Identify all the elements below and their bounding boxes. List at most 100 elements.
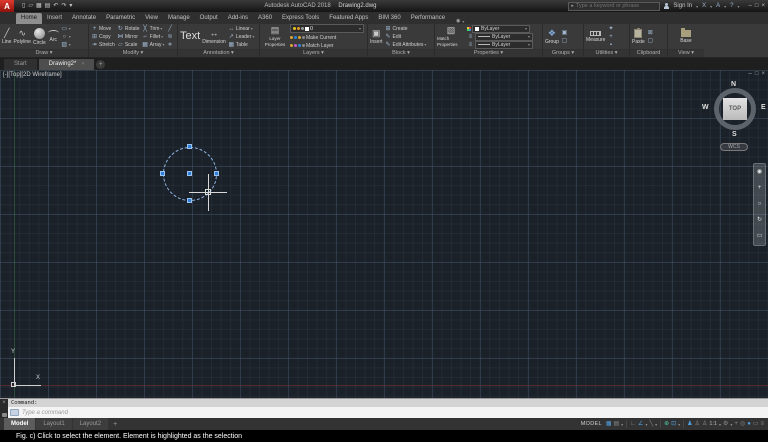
layout-tab-layout1[interactable]: Layout1 xyxy=(36,418,72,430)
help-caret-icon[interactable]: ▾ xyxy=(738,4,740,9)
plot-icon[interactable]: ▤ xyxy=(45,1,51,11)
search-input[interactable] xyxy=(575,3,656,9)
panel-label-view[interactable]: View ▾ xyxy=(668,49,704,57)
panel-label-utilities[interactable]: Utilities ▾ xyxy=(584,49,629,57)
fillet-button[interactable]: ⌐ Fillet ▾ xyxy=(142,33,165,40)
panel-label-modify[interactable]: Modify ▾ xyxy=(89,49,177,57)
layer-dropdown[interactable]: 0 ▾ xyxy=(290,24,364,33)
viewport-controls[interactable]: [-][Top][2D Wireframe] xyxy=(3,72,62,78)
ribbon-options-caret-icon[interactable]: ▾ xyxy=(462,19,464,24)
object-snap-icon[interactable]: ⊡ xyxy=(671,418,676,430)
tab-manage[interactable]: Manage xyxy=(163,13,195,24)
match-layer-button[interactable]: Match Layer xyxy=(290,42,364,49)
iso-caret-icon[interactable]: ▾ xyxy=(655,422,657,427)
line-button[interactable]: ╱ Line xyxy=(2,28,11,45)
help-search-box[interactable]: ▸ xyxy=(568,1,661,11)
open-file-icon[interactable]: ▱ xyxy=(28,1,33,11)
grip-south[interactable] xyxy=(187,198,192,203)
arc-button[interactable]: Arc xyxy=(47,30,59,43)
annotation-visibility-icon[interactable]: ♟ xyxy=(687,418,692,430)
drawing-canvas[interactable]: [-][Top][2D Wireframe] – □ × Y X TOP N S… xyxy=(0,70,768,398)
leader-button[interactable]: ↗ Leader ▾ xyxy=(228,33,255,41)
tab-performance[interactable]: Performance xyxy=(406,13,450,24)
app-menu-button[interactable]: A xyxy=(0,0,14,12)
polyline-button[interactable]: ∿ Polyline xyxy=(13,28,31,45)
make-current-button[interactable]: Make Current xyxy=(290,34,364,41)
trim-button[interactable]: ╳ Trim ▾ xyxy=(142,25,165,33)
id-point-button[interactable]: ▪ xyxy=(607,41,614,48)
orbit-icon[interactable]: ↻ xyxy=(757,217,762,224)
panel-label-groups[interactable]: Groups ▾ xyxy=(543,49,583,57)
viewcube-top-face[interactable]: TOP xyxy=(723,98,747,120)
command-close-icon[interactable]: × xyxy=(2,400,6,406)
erase-button[interactable]: ╱ xyxy=(167,25,174,32)
viewcube-south[interactable]: S xyxy=(732,131,737,138)
object-color-dropdown[interactable]: ByLayer ▾ xyxy=(467,24,533,33)
graphics-performance-icon[interactable]: ● xyxy=(747,418,751,430)
tab-addins[interactable]: Add-ins xyxy=(223,13,253,24)
copy-clip-button[interactable]: ▢ xyxy=(647,37,654,44)
new-layout-button[interactable]: + xyxy=(109,421,121,428)
mirror-button[interactable]: ⋈ Mirror xyxy=(117,33,140,41)
tab-a360[interactable]: A360 xyxy=(253,13,277,24)
group-edit-button[interactable]: ▢ xyxy=(561,37,568,44)
ortho-toggle-icon[interactable]: ∟ xyxy=(630,418,636,430)
pan-icon[interactable]: + xyxy=(758,185,762,192)
command-input-placeholder[interactable]: Type a command xyxy=(22,410,68,416)
grip-west[interactable] xyxy=(160,171,165,176)
panel-label-layers[interactable]: Layers ▾ xyxy=(260,49,367,57)
new-file-icon[interactable]: ▯ xyxy=(22,1,25,11)
panel-label-annotation[interactable]: Annotation ▾ xyxy=(178,49,259,57)
insert-button[interactable]: ▣ Insert xyxy=(370,28,383,45)
customize-icon[interactable]: ≡ xyxy=(760,418,764,430)
tab-view[interactable]: View xyxy=(140,13,163,24)
annotation-scale-button[interactable]: 1:1 xyxy=(709,421,717,427)
viewcube[interactable]: TOP N S W E xyxy=(702,78,768,148)
array-button[interactable]: ▦ Array ▾ xyxy=(142,41,164,49)
a360-caret-icon[interactable]: ▾ xyxy=(710,4,712,9)
wcs-dropdown[interactable]: WCS xyxy=(720,143,748,151)
text-button[interactable]: Text xyxy=(180,31,200,42)
model-space-badge[interactable]: MODEL xyxy=(581,421,602,427)
lineweight-dropdown[interactable]: ≡ ByLayer ▾ xyxy=(467,32,533,41)
viewcube-north[interactable]: N xyxy=(731,81,736,88)
exchange-apps-icon[interactable]: A xyxy=(716,3,720,9)
grip-east[interactable] xyxy=(214,171,219,176)
close-button[interactable]: × xyxy=(761,3,765,9)
table-button[interactable]: ▦ Table xyxy=(228,41,255,49)
offset-button[interactable]: ≋ xyxy=(167,33,174,40)
viewcube-west[interactable]: W xyxy=(702,104,709,111)
measure-button[interactable]: Measure xyxy=(586,30,605,43)
showmotion-icon[interactable]: ▭ xyxy=(757,233,763,240)
linetype-dropdown[interactable]: ≡ ByLayer ▾ xyxy=(467,40,533,49)
object-snap-tracking-icon[interactable]: ⊕ xyxy=(664,418,669,430)
zoom-icon[interactable]: ○ xyxy=(758,201,762,208)
help-icon[interactable]: ? xyxy=(730,3,733,9)
file-tab-close-icon[interactable]: × xyxy=(81,59,84,70)
apps-caret-icon[interactable]: ▾ xyxy=(724,4,726,9)
panel-label-properties[interactable]: Properties ▾ xyxy=(435,49,542,57)
workspace-gear-icon[interactable]: ⚙ xyxy=(723,418,728,430)
clean-screen-icon[interactable]: ▭ xyxy=(753,418,759,430)
quick-select-button[interactable]: ✦ xyxy=(607,25,614,32)
panel-label-draw[interactable]: Draw ▾ xyxy=(0,49,88,57)
create-block-button[interactable]: ⊞ Create xyxy=(385,25,427,33)
tab-featured-apps[interactable]: Featured Apps xyxy=(324,13,373,24)
command-input-row[interactable]: Type a command xyxy=(8,407,768,418)
doc-restore-button[interactable]: □ xyxy=(755,71,759,77)
move-button[interactable]: + Move xyxy=(91,25,115,32)
redo-icon[interactable]: ↷ xyxy=(61,1,66,11)
save-icon[interactable]: ▦ xyxy=(36,1,42,11)
grip-north[interactable] xyxy=(187,144,192,149)
isometric-drafting-icon[interactable]: ╲ xyxy=(649,418,653,430)
panel-label-clipboard[interactable]: Clipboard xyxy=(630,49,667,57)
tab-home[interactable]: Home xyxy=(16,13,43,24)
sign-in-caret-icon[interactable]: ▾ xyxy=(696,4,698,9)
annotation-plus-icon[interactable]: + xyxy=(734,418,738,430)
ungroup-button[interactable]: ▣ xyxy=(561,29,568,36)
panel-label-block[interactable]: Block ▾ xyxy=(368,49,434,57)
ellipse-flyout[interactable]: ○ ▾ xyxy=(61,33,70,40)
grid-toggle-icon[interactable]: ▦ xyxy=(606,418,612,430)
layout-tab-layout2[interactable]: Layout2 xyxy=(72,418,109,430)
circle-button[interactable]: Circle xyxy=(33,27,46,46)
